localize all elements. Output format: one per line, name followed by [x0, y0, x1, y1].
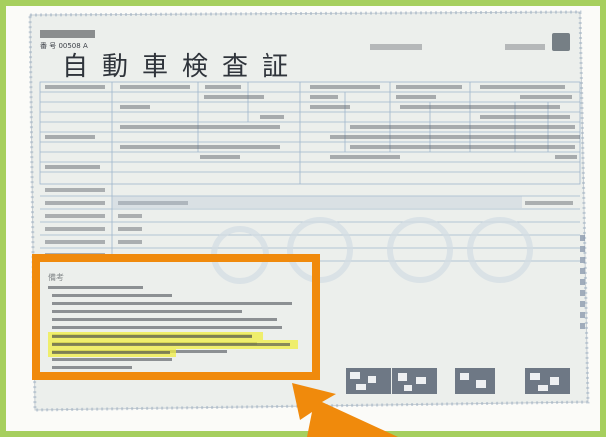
svg-text:番 号 00508 A: 番 号 00508 A: [40, 42, 88, 50]
inspection-certificate: 番 号 00508 A 自動車検査証 備考: [28, 10, 590, 412]
notes-heading: 備考: [48, 272, 64, 282]
right-margin-vertical-text: [580, 235, 585, 329]
redacted-owner-band: [112, 196, 522, 208]
seal-stamp: [552, 33, 570, 51]
document-title: 自動車検査証: [62, 52, 302, 82]
photo: 番 号 00508 A 自動車検査証 備考: [0, 0, 606, 437]
qr-codes: [346, 368, 570, 394]
